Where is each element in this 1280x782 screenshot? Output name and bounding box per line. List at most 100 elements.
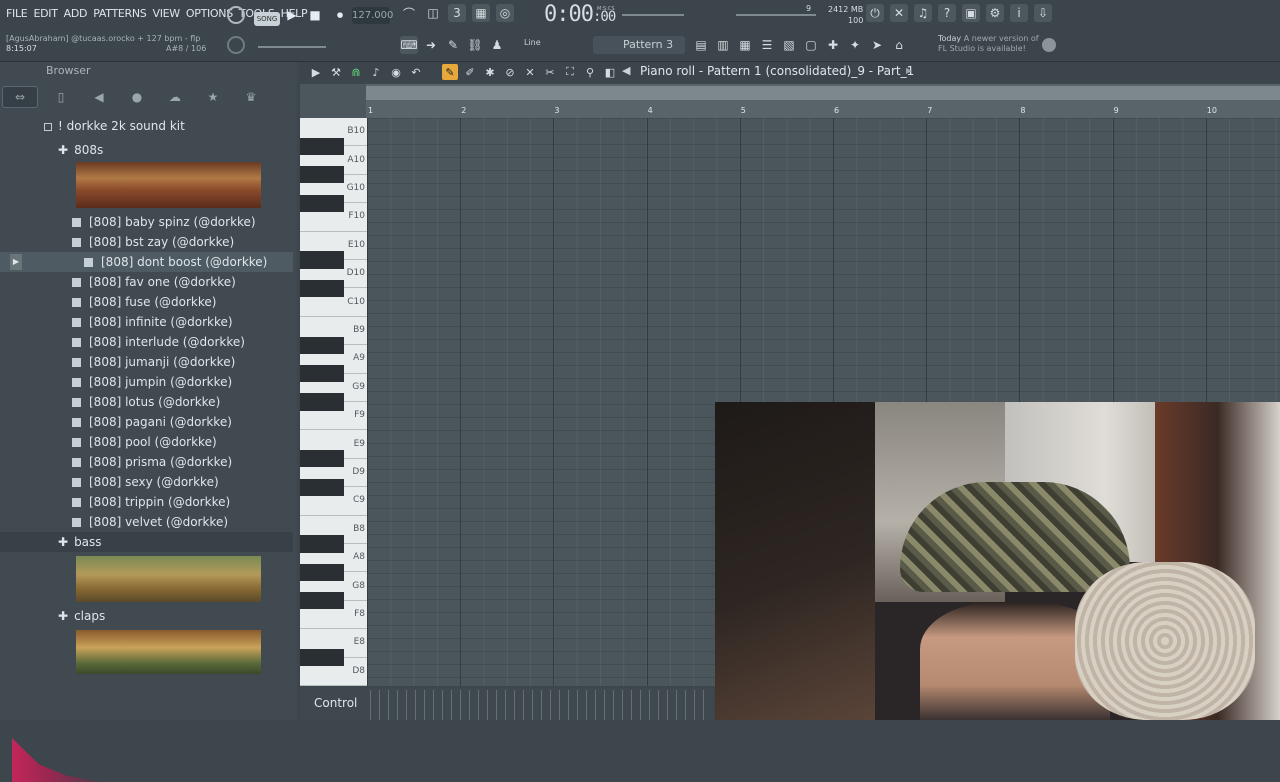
master-volume-knob[interactable] bbox=[227, 36, 245, 54]
browser-file-item[interactable]: [808] fav one (@dorkke) bbox=[0, 272, 293, 292]
piano-roll-icon[interactable]: ▥ bbox=[714, 36, 732, 54]
browser-file-item[interactable]: [808] pool (@dorkke) bbox=[0, 432, 293, 452]
metronome-knob[interactable] bbox=[227, 6, 245, 24]
channel-rack-icon[interactable]: ▦ bbox=[736, 36, 754, 54]
step-edit-icon[interactable]: 3 bbox=[448, 4, 466, 22]
countdown-icon[interactable]: ◫ bbox=[424, 4, 442, 22]
piano-black-key[interactable] bbox=[300, 365, 344, 383]
magnet-icon[interactable]: ⋒ bbox=[348, 64, 364, 80]
master-pitch-slider[interactable] bbox=[258, 46, 326, 48]
delete-tool-icon[interactable]: ⊘ bbox=[502, 64, 518, 80]
render-icon[interactable]: ➤ bbox=[868, 36, 886, 54]
velocity-bars[interactable] bbox=[370, 690, 710, 720]
select-tool-icon[interactable]: ⛶ bbox=[562, 64, 578, 80]
browser-file-item[interactable]: [808] dont boost (@dorkke) bbox=[0, 252, 293, 272]
piano-black-key[interactable] bbox=[300, 137, 344, 155]
browser-file-item[interactable]: [808] sexy (@dorkke) bbox=[0, 472, 293, 492]
browser-file-item[interactable]: [808] velvet (@dorkke) bbox=[0, 512, 293, 532]
stamp-icon[interactable]: ♟ bbox=[488, 36, 506, 54]
mute-tool-icon[interactable]: ✕ bbox=[522, 64, 538, 80]
note-icon[interactable]: ♪ bbox=[368, 64, 384, 80]
menu-options[interactable]: OPTIONS bbox=[186, 7, 233, 20]
loop-record-icon[interactable]: ◎ bbox=[496, 4, 514, 22]
browser-file-item[interactable]: [808] infinite (@dorkke) bbox=[0, 312, 293, 332]
stop-button[interactable]: ■ bbox=[306, 6, 324, 24]
browser-cloud-icon[interactable]: ☁ bbox=[166, 88, 184, 106]
speaker-icon[interactable]: ◀ bbox=[622, 64, 630, 77]
blend-notes-icon[interactable]: ▦ bbox=[472, 4, 490, 22]
paint-drum-icon[interactable]: ✱ bbox=[482, 64, 498, 80]
browser-plugins-icon[interactable]: ● bbox=[128, 88, 146, 106]
piano-black-key[interactable] bbox=[300, 166, 344, 184]
piano-black-key[interactable] bbox=[300, 535, 344, 553]
browser-file-item[interactable]: [808] jumanji (@dorkke) bbox=[0, 352, 293, 372]
browser-file-item[interactable]: [808] interlude (@dorkke) bbox=[0, 332, 293, 352]
playback-tool-icon[interactable]: ◧ bbox=[602, 64, 618, 80]
microphone-icon[interactable]: ♫ bbox=[914, 4, 932, 22]
snap-selector[interactable]: Line bbox=[524, 38, 541, 47]
menu-patterns[interactable]: PATTERNS bbox=[93, 7, 147, 20]
menu-add[interactable]: ADD bbox=[64, 7, 88, 20]
browser-file-item[interactable]: [808] jumpin (@dorkke) bbox=[0, 372, 293, 392]
browser-tags-icon[interactable]: ♛ bbox=[242, 88, 260, 106]
news-panel[interactable]: Today A newer version of FL Studio is av… bbox=[938, 34, 1039, 54]
typing-keyboard-icon[interactable]: ⌒ bbox=[400, 4, 418, 22]
play-button[interactable]: ▶ bbox=[283, 6, 301, 24]
keyboard-icon[interactable]: ⌨ bbox=[400, 36, 418, 54]
menu-view[interactable]: VIEW bbox=[152, 7, 180, 20]
time-selection-strip[interactable] bbox=[366, 86, 1280, 100]
zoom-tool-icon[interactable]: ⚲ bbox=[582, 64, 598, 80]
browser-file-item[interactable]: [808] baby spinz (@dorkke) bbox=[0, 212, 293, 232]
project-icon[interactable]: ▢ bbox=[802, 36, 820, 54]
paint-tool-icon[interactable]: ✐ bbox=[462, 64, 478, 80]
slice-tool-icon[interactable]: ✂ bbox=[542, 64, 558, 80]
menu-edit[interactable]: EDIT bbox=[33, 7, 57, 20]
tempo-display[interactable]: 127.000 bbox=[352, 7, 393, 24]
browser-file-item[interactable]: [808] trippin (@dorkke) bbox=[0, 492, 293, 512]
piano-black-key[interactable] bbox=[300, 251, 344, 269]
piano-black-key[interactable] bbox=[300, 592, 344, 610]
playlist-icon[interactable]: ▤ bbox=[692, 36, 710, 54]
download-icon[interactable]: ⇩ bbox=[1034, 4, 1052, 22]
arrow-right-icon[interactable]: ➜ bbox=[422, 36, 440, 54]
piano-black-key[interactable] bbox=[300, 450, 344, 468]
folder-claps[interactable]: ✚ claps bbox=[0, 606, 293, 626]
piano-black-key[interactable] bbox=[300, 336, 344, 354]
record-button[interactable]: ⏺ bbox=[331, 6, 349, 24]
undo-icon[interactable]: ↶ bbox=[408, 64, 424, 80]
save-icon[interactable]: ▣ bbox=[962, 4, 980, 22]
browser-speaker-icon[interactable]: ◀ bbox=[90, 88, 108, 106]
browser-file-item[interactable]: [808] prisma (@dorkke) bbox=[0, 452, 293, 472]
piano-black-key[interactable] bbox=[300, 279, 344, 297]
menu-file[interactable]: FILE bbox=[6, 7, 28, 20]
shop-icon[interactable]: ⌂ bbox=[890, 36, 908, 54]
piano-black-key[interactable] bbox=[300, 563, 344, 581]
link-icon[interactable]: ⛓ bbox=[466, 36, 484, 54]
news-globe-icon[interactable] bbox=[1042, 38, 1056, 52]
song-position-slider[interactable] bbox=[622, 14, 684, 16]
piano-keyboard[interactable]: B10 A10 G10 F10 E10 D10 C10 B9 A9 G9 F9 E9 D9 C9 B8 A8 G… bbox=[300, 118, 367, 686]
folder-bass[interactable]: ✚ bass bbox=[0, 532, 293, 552]
info-icon[interactable]: i bbox=[1010, 4, 1028, 22]
mixer-icon[interactable]: ✕ bbox=[890, 4, 908, 22]
browser-file-item[interactable]: [808] pagani (@dorkke) bbox=[0, 412, 293, 432]
browser-star-icon[interactable]: ★ bbox=[204, 88, 222, 106]
options-arrow-icon[interactable]: ▶ bbox=[308, 64, 324, 80]
help-icon[interactable]: ? bbox=[938, 4, 956, 22]
browser-root-folder[interactable]: ! dorkke 2k sound kit bbox=[0, 116, 293, 136]
control-label[interactable]: Control bbox=[314, 696, 357, 710]
piano-black-key[interactable] bbox=[300, 649, 344, 667]
wrench-icon[interactable]: ⚒ bbox=[328, 64, 344, 80]
record-icon[interactable]: ◉ bbox=[388, 64, 404, 80]
mixer-window-icon[interactable]: ☰ bbox=[758, 36, 776, 54]
piano-black-key[interactable] bbox=[300, 393, 344, 411]
pattern-song-toggle[interactable]: SONG bbox=[254, 12, 280, 26]
plugin-db-icon[interactable]: ✚ bbox=[824, 36, 842, 54]
piano-black-key[interactable] bbox=[300, 194, 344, 212]
pattern-selector[interactable]: Pattern 3 bbox=[593, 36, 685, 54]
preview-play-icon[interactable]: ▶ bbox=[10, 254, 22, 270]
plugin-icon[interactable]: ⚙ bbox=[986, 4, 1004, 22]
browser-file-item[interactable]: [808] lotus (@dorkke) bbox=[0, 392, 293, 412]
browser-files-icon[interactable]: ▯ bbox=[52, 88, 70, 106]
browser-all-icon[interactable]: ⇔ bbox=[2, 86, 38, 108]
